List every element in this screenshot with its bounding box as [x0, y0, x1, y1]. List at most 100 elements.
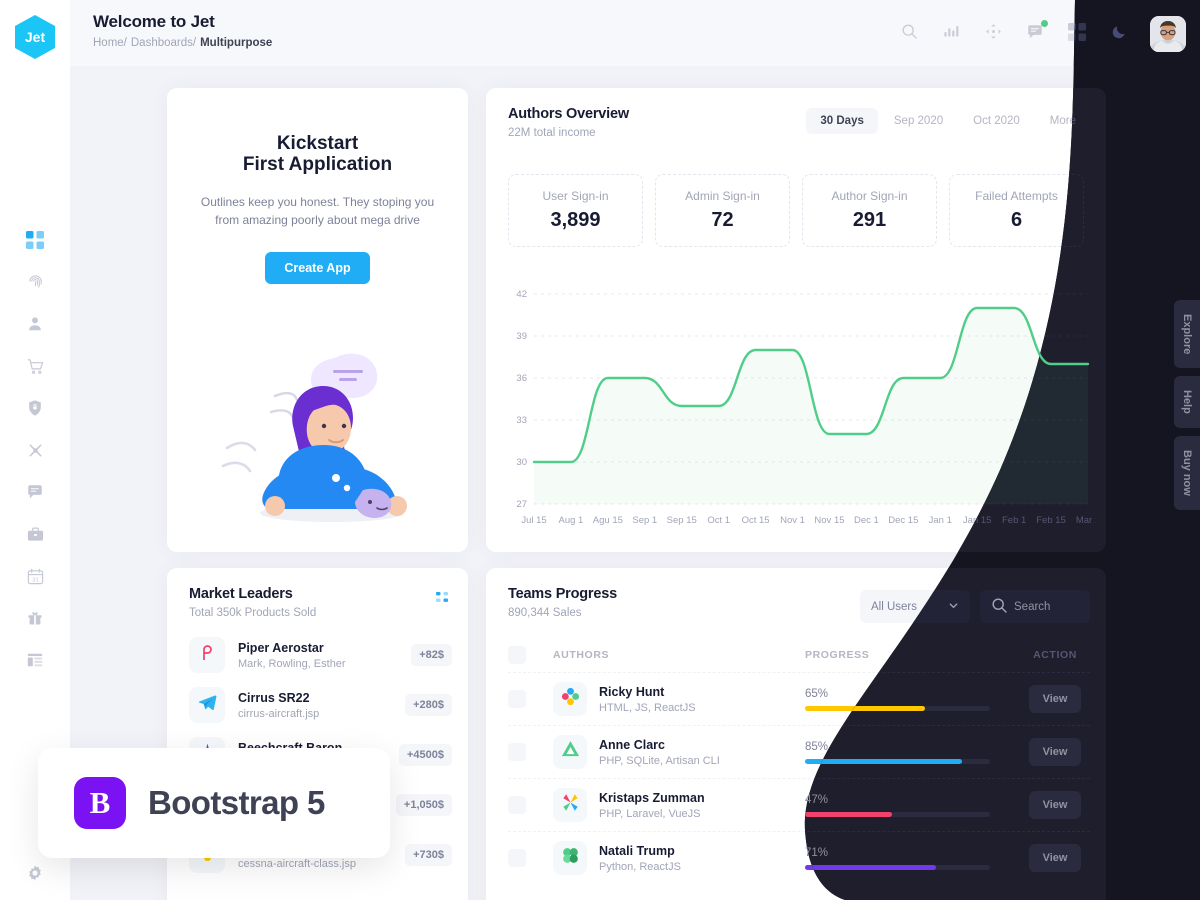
kickstart-illustration: [167, 330, 468, 540]
sidebar-item-layouts[interactable]: [20, 649, 50, 671]
svg-text:Sep 1: Sep 1: [632, 515, 657, 526]
sidebar-settings[interactable]: [0, 863, 70, 888]
messages-button[interactable]: [1024, 20, 1048, 45]
user-filter-value: All Users: [871, 600, 918, 613]
sidebar-item-dashboard[interactable]: [20, 229, 50, 251]
sidebar-item-authentication[interactable]: [20, 271, 50, 293]
stat-value: 291: [852, 209, 887, 231]
sidebar-item-calendar[interactable]: 31: [20, 565, 50, 587]
search-placeholder: Search: [1014, 600, 1051, 613]
sidebar-item-profile[interactable]: [20, 313, 50, 335]
clover-icon: [560, 845, 581, 871]
svg-text:Oct 1: Oct 1: [707, 515, 730, 526]
svg-text:Dec 15: Dec 15: [888, 515, 918, 526]
search-icon: [991, 597, 1008, 617]
column-action: ACTION: [1033, 649, 1077, 661]
svg-text:Agu 15: Agu 15: [593, 515, 623, 526]
svg-text:Oct 15: Oct 15: [742, 515, 770, 526]
progress-percent: 85%: [805, 741, 1020, 753]
view-button[interactable]: View: [1029, 844, 1081, 872]
grid-icon: [26, 231, 44, 249]
market-leader-thumb: [189, 637, 225, 673]
svg-text:Mar 1: Mar 1: [1076, 515, 1096, 526]
sidebar-item-gifts[interactable]: [20, 607, 50, 629]
gear-icon: [25, 863, 45, 888]
authors-tab-2[interactable]: Oct 2020: [959, 108, 1034, 134]
svg-text:33: 33: [516, 415, 527, 426]
progress-track: [805, 759, 990, 764]
authors-stats: User Sign-in 3,899 Admin Sign-in 72 Auth…: [508, 174, 1084, 247]
author-cell: Ricky Hunt HTML, JS, ReactJS: [553, 682, 805, 716]
market-leader-desc: cirrus-aircraft.jsp: [238, 707, 320, 720]
create-app-button[interactable]: Create App: [265, 251, 370, 284]
move-arrows-icon: [985, 23, 1002, 45]
authors-tab-0[interactable]: 30 Days: [806, 108, 878, 134]
progress-fill: [805, 865, 936, 870]
sidebar-item-chat[interactable]: [20, 481, 50, 503]
row-checkbox[interactable]: [508, 743, 526, 761]
author-meta: Ricky Hunt HTML, JS, ReactJS: [599, 685, 696, 714]
kickstart-title: Kickstart First Application: [167, 133, 468, 176]
author-cell: Natali Trump Python, ReactJS: [553, 841, 805, 875]
app-logo[interactable]: Jet: [15, 15, 55, 59]
search-button[interactable]: [898, 23, 920, 45]
column-authors: AUTHORS: [553, 649, 610, 661]
market-leader-row[interactable]: Piper Aerostar Mark, Rowling, Esther +82…: [189, 630, 452, 680]
briefcase-icon: [26, 525, 45, 544]
market-menu-button[interactable]: [436, 592, 450, 611]
teams-subtitle: 890,344 Sales: [508, 607, 582, 619]
chat-icon: [26, 483, 44, 501]
row-checkbox[interactable]: [508, 849, 526, 867]
view-button[interactable]: View: [1029, 685, 1081, 713]
bootstrap-promo-badge[interactable]: B Bootstrap 5: [38, 748, 390, 858]
stat-value: 6: [1010, 209, 1023, 231]
dots-grid-icon: [436, 592, 450, 610]
avatar-image: [1150, 16, 1186, 52]
market-leader-row[interactable]: Cirrus SR22 cirrus-aircraft.jsp +280$: [189, 680, 452, 730]
progress-cell: 71%: [805, 847, 1020, 870]
market-subtitle: Total 350k Products Sold: [189, 607, 317, 619]
authors-subtitle: 22M total income: [508, 127, 596, 139]
avatar[interactable]: [1150, 16, 1186, 52]
svg-text:Aug 1: Aug 1: [559, 515, 584, 526]
action-cell: View: [1020, 791, 1090, 819]
sidebar-item-security[interactable]: [20, 397, 50, 419]
row-checkbox[interactable]: [508, 796, 526, 814]
calendar-icon: 31: [26, 567, 45, 586]
sidebar-item-drone[interactable]: [20, 439, 50, 461]
stat-value: 3,899: [550, 209, 601, 231]
quick-actions-button[interactable]: [982, 23, 1004, 45]
analytics-button[interactable]: [940, 23, 962, 45]
market-card-header: Market Leaders Total 350k Products Sold: [189, 586, 316, 619]
sidebar-item-ecommerce[interactable]: [20, 355, 50, 377]
progress-cell: 85%: [805, 741, 1020, 764]
flower-icon: [560, 686, 581, 712]
author-meta: Anne Clarc PHP, SQLite, Artisan CLI: [599, 738, 720, 767]
pinwheel-icon: [560, 792, 581, 818]
teams-search-input[interactable]: Search: [980, 590, 1090, 623]
view-button[interactable]: View: [1029, 791, 1081, 819]
teams-card-header: Teams Progress 890,344 Sales: [508, 586, 617, 619]
author-meta: Natali Trump Python, ReactJS: [599, 844, 681, 873]
stat-label: Author Sign-in: [831, 189, 908, 203]
stat-label: Admin Sign-in: [685, 189, 760, 203]
side-tab-help[interactable]: Help: [1174, 376, 1200, 429]
authors-period-tabs: 30 DaysSep 2020Oct 2020More: [806, 108, 1090, 134]
select-all-checkbox[interactable]: [508, 646, 526, 664]
author-thumb: [553, 841, 587, 875]
authors-tab-1[interactable]: Sep 2020: [880, 108, 957, 134]
view-button[interactable]: View: [1029, 738, 1081, 766]
dark-mode-toggle[interactable]: [1108, 23, 1130, 45]
breadcrumb-item[interactable]: Dashboards/: [131, 37, 196, 49]
progress-track: [805, 812, 990, 817]
breadcrumb-item[interactable]: Home/: [93, 37, 127, 49]
svg-text:Dec 1: Dec 1: [854, 515, 879, 526]
svg-text:36: 36: [516, 373, 527, 384]
side-tab-explore[interactable]: Explore: [1174, 300, 1200, 369]
row-checkbox[interactable]: [508, 690, 526, 708]
author-stack: PHP, SQLite, Artisan CLI: [599, 754, 720, 767]
side-tab-buy-now[interactable]: Buy now: [1174, 436, 1200, 511]
stat-label: Failed Attempts: [975, 189, 1058, 203]
breadcrumb: Home/Dashboards/Multipurpose: [93, 37, 272, 49]
sidebar-item-projects[interactable]: [20, 523, 50, 545]
